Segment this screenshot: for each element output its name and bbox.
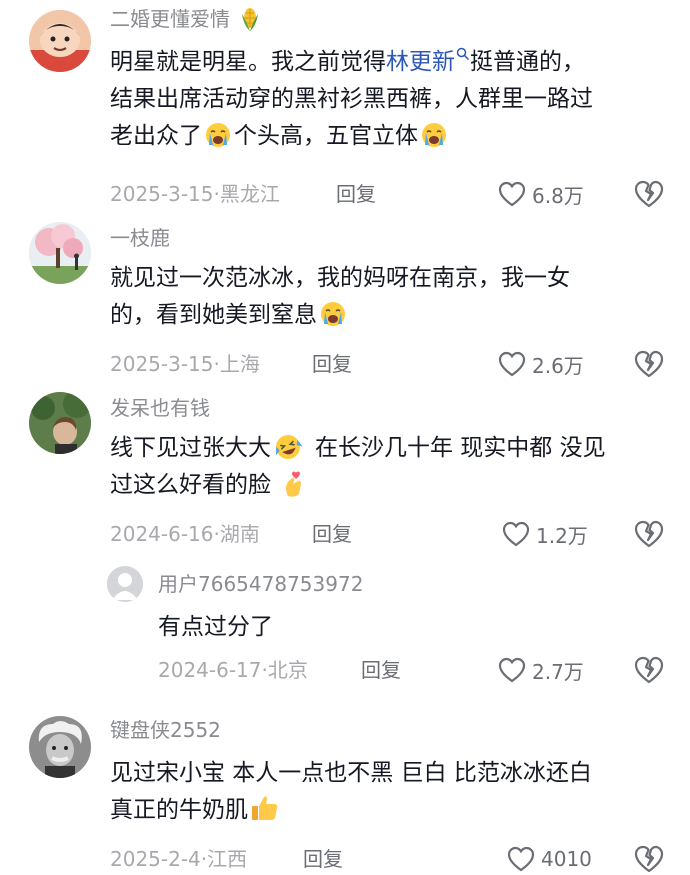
- comment-date: 2024-6-17: [158, 658, 262, 682]
- like-count: 1.2万: [536, 523, 588, 548]
- comment-item: 键盘侠2552 见过宋小宝 本人一点也不黑 巨白 比范冰冰还白 真正的牛奶肌 2…: [0, 700, 690, 875]
- crying-face-icon: [321, 302, 345, 326]
- like-button[interactable]: 2.6万: [498, 349, 584, 379]
- comment-line: 有点过分了: [158, 614, 273, 640]
- comment-line: 老出众了 个头高，五官立体: [110, 118, 593, 155]
- search-link[interactable]: 林更新: [386, 47, 470, 75]
- avatar[interactable]: [107, 566, 143, 602]
- username[interactable]: 一枝鹿: [110, 225, 170, 251]
- reply-button[interactable]: 回复: [312, 520, 352, 548]
- comment-line: 线下见过张大大 在长沙几十年 现实中都 没见: [110, 430, 606, 467]
- username[interactable]: 用户7665478753972: [158, 571, 363, 597]
- like-button[interactable]: 1.2万: [502, 519, 588, 549]
- comment-meta: 2025-2-4·江西: [110, 847, 248, 871]
- comment-date: 2024-6-16: [110, 522, 214, 546]
- heart-outline-icon: [502, 521, 530, 547]
- text-segment: 挺普通的，: [470, 49, 585, 75]
- reply-button[interactable]: 回复: [361, 656, 401, 684]
- default-user-icon: [107, 566, 143, 602]
- comment-text: 就见过一次范冰冰，我的妈呀在南京，我一女 的，看到她美到窒息: [110, 260, 570, 334]
- broken-heart-icon[interactable]: [634, 519, 664, 549]
- username[interactable]: 二婚更懂爱情: [110, 6, 264, 32]
- broken-heart-icon[interactable]: [634, 844, 664, 874]
- text-segment: 在长沙几十年 现实中都 没见: [315, 435, 606, 461]
- cartoon-boy-avatar-icon: [29, 10, 91, 72]
- broken-heart-icon[interactable]: [634, 349, 664, 379]
- crying-face-icon: [206, 123, 230, 147]
- crying-face-icon: [422, 123, 446, 147]
- comment-item: 二婚更懂爱情 明星就是明星。我之前觉得林更新 挺普通的， 结果出席活动穿的黑衬衫黑…: [0, 0, 690, 215]
- text-segment: 的，看到她美到窒息: [110, 302, 317, 328]
- comment-line: 的，看到她美到窒息: [110, 297, 570, 334]
- laugh-crying-face-icon: [275, 435, 303, 459]
- like-button[interactable]: 6.8万: [498, 179, 584, 209]
- comment-location: 上海: [219, 352, 260, 376]
- search-icon: [456, 47, 470, 61]
- comment-line: 真正的牛奶肌: [110, 792, 592, 829]
- heart-outline-icon: [498, 351, 526, 377]
- comment-text: 见过宋小宝 本人一点也不黑 巨白 比范冰冰还白 真正的牛奶肌: [110, 755, 592, 829]
- heart-outline-icon: [498, 657, 526, 683]
- comment-location: 北京: [267, 658, 308, 682]
- avatar[interactable]: [29, 716, 91, 778]
- comment-line: 过这么好看的脸: [110, 467, 606, 504]
- blossom-tree-avatar-icon: [29, 222, 91, 284]
- comment-meta: 2024-6-16·湖南: [110, 522, 260, 546]
- thumbs-up-icon: [252, 796, 278, 820]
- comment-meta: 2025-3-15·上海: [110, 352, 260, 376]
- text-segment: 线下见过张大大: [110, 435, 271, 461]
- username[interactable]: 键盘侠2552: [110, 717, 221, 743]
- like-count: 2.6万: [532, 353, 584, 378]
- username-text: 二婚更懂爱情: [110, 7, 230, 31]
- comment-line: 就见过一次范冰冰，我的妈呀在南京，我一女: [110, 265, 570, 291]
- comment-text: 线下见过张大大 在长沙几十年 现实中都 没见 过这么好看的脸: [110, 430, 606, 504]
- avatar[interactable]: [29, 222, 91, 284]
- avatar[interactable]: [29, 392, 91, 454]
- reply-button[interactable]: 回复: [336, 180, 376, 208]
- comment-item: 发呆也有钱 线下见过张大大 在长沙几十年 现实中都 没见 过这么好看的脸 2024…: [0, 385, 690, 550]
- link-text: 林更新: [386, 49, 455, 75]
- like-count: 4010: [541, 847, 592, 871]
- comment-line: 结果出席活动穿的黑衬衫黑西裤，人群里一路过: [110, 86, 593, 112]
- comment-location: 黑龙江: [219, 182, 280, 206]
- comment-item: 一枝鹿 就见过一次范冰冰，我的妈呀在南京，我一女 的，看到她美到窒息 2025-…: [0, 215, 690, 385]
- username[interactable]: 发呆也有钱: [110, 395, 210, 421]
- text-segment: 真正的牛奶肌: [110, 797, 248, 823]
- like-count: 6.8万: [532, 183, 584, 208]
- comment-meta: 2025-3-15·黑龙江: [110, 182, 280, 206]
- text-segment: 个头高，五官立体: [234, 123, 418, 149]
- reply-item: 用户7665478753972 有点过分了 2024-6-17·北京 回复 2.…: [0, 550, 690, 700]
- heart-outline-icon: [498, 181, 526, 207]
- comment-text: 有点过分了: [158, 609, 273, 646]
- text-segment: 过这么好看的脸: [110, 472, 271, 498]
- like-button[interactable]: 4010: [507, 844, 592, 874]
- comment-meta: 2024-6-17·北京: [158, 658, 308, 682]
- text-segment: 老出众了: [110, 123, 202, 149]
- broken-heart-icon[interactable]: [634, 655, 664, 685]
- comment-date: 2025-3-15: [110, 182, 214, 206]
- like-count: 2.7万: [532, 659, 584, 684]
- reply-button[interactable]: 回复: [303, 845, 343, 873]
- broken-heart-icon[interactable]: [634, 179, 664, 209]
- einstein-avatar-icon: [29, 716, 91, 778]
- comment-line: 见过宋小宝 本人一点也不黑 巨白 比范冰冰还白: [110, 760, 592, 786]
- heart-outline-icon: [507, 846, 535, 872]
- text-segment: 明星就是明星。我之前觉得: [110, 49, 386, 75]
- reply-button[interactable]: 回复: [312, 350, 352, 378]
- comment-location: 湖南: [219, 522, 260, 546]
- comment-location: 江西: [207, 847, 248, 871]
- comment-text: 明星就是明星。我之前觉得林更新 挺普通的， 结果出席活动穿的黑衬衫黑西裤，人群里一…: [110, 44, 593, 155]
- person-outdoors-avatar-icon: [29, 392, 91, 454]
- like-button[interactable]: 2.7万: [498, 655, 584, 685]
- finger-heart-icon: [286, 471, 301, 497]
- corn-icon: [242, 8, 259, 31]
- comment-date: 2025-2-4: [110, 847, 201, 871]
- comment-line: 明星就是明星。我之前觉得林更新 挺普通的，: [110, 44, 593, 81]
- avatar[interactable]: [29, 10, 91, 72]
- comment-date: 2025-3-15: [110, 352, 214, 376]
